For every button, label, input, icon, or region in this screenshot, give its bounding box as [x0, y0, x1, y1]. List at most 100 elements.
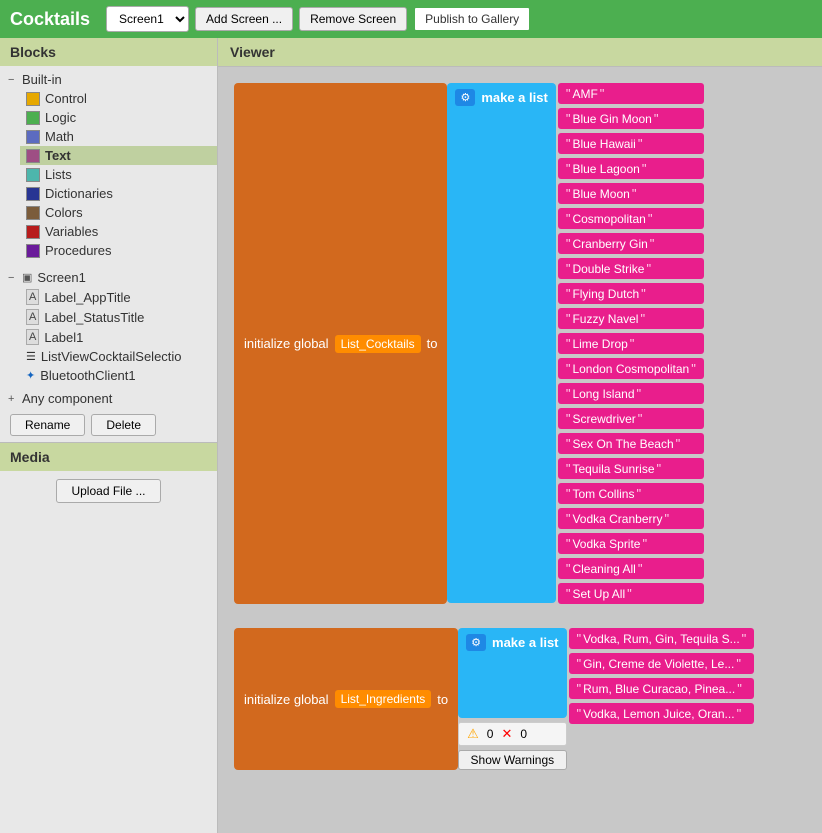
main-layout: Blocks − Built-in Control Logic Math [0, 38, 822, 833]
sidebar-item-label1[interactable]: A Label1 [20, 327, 217, 347]
publish-button[interactable]: Publish to Gallery [413, 6, 531, 32]
add-screen-button[interactable]: Add Screen ... [195, 7, 293, 31]
open-quote: " [566, 136, 571, 151]
list-item: "Fuzzy Navel" [558, 308, 704, 329]
list-item: "Tequila Sunrise" [558, 458, 704, 479]
builtin-section: − Built-in Control Logic Math T [0, 66, 217, 264]
close-quote: " [636, 486, 641, 501]
to-text-1: to [427, 336, 438, 351]
collapse-icon: − [8, 74, 22, 86]
item-text: Cosmopolitan [572, 212, 645, 226]
screen-select[interactable]: Screen1 [106, 6, 189, 32]
list-item: "Blue Gin Moon" [558, 108, 704, 129]
init-block-1[interactable]: initialize global List_Cocktails to [234, 83, 447, 604]
open-quote: " [566, 236, 571, 251]
open-quote: " [566, 161, 571, 176]
sidebar-item-label-apptitle[interactable]: A Label_AppTitle [20, 287, 217, 307]
list-item: "Set Up All" [558, 583, 704, 604]
item-text: Tom Collins [572, 487, 634, 501]
list-item: "Cleaning All" [558, 558, 704, 579]
upload-button[interactable]: Upload File ... [56, 479, 160, 503]
variables-label: Variables [45, 224, 211, 239]
open-quote: " [566, 186, 571, 201]
open-quote: " [566, 511, 571, 526]
listview-icon: ☰ [26, 350, 36, 363]
settings-gear-2[interactable]: ⚙ [466, 634, 486, 651]
sidebar-item-control[interactable]: Control [20, 89, 217, 108]
item-text: Vodka Cranberry [572, 512, 662, 526]
open-quote: " [577, 656, 582, 671]
app-title: Cocktails [10, 9, 90, 30]
builtin-toggle[interactable]: − Built-in [0, 70, 217, 89]
close-quote: " [691, 361, 696, 376]
sidebar-item-bluetooth[interactable]: ✦ BluetoothClient1 [20, 366, 217, 385]
any-component-item[interactable]: + Any component [0, 389, 217, 408]
open-quote: " [566, 586, 571, 601]
close-quote: " [742, 631, 747, 646]
sidebar-item-math[interactable]: Math [20, 127, 217, 146]
sidebar-item-label-statustitle[interactable]: A Label_StatusTitle [20, 307, 217, 327]
list-item: "Vodka Cranberry" [558, 508, 704, 529]
close-quote: " [650, 236, 655, 251]
warn-icon: ⚠ [467, 726, 479, 742]
lists-color [26, 168, 40, 182]
dictionaries-label: Dictionaries [45, 186, 211, 201]
math-label: Math [45, 129, 211, 144]
screen1-collapse-icon: − [8, 272, 22, 284]
list-item: "Blue Hawaii" [558, 133, 704, 154]
settings-gear-1[interactable]: ⚙ [455, 89, 475, 106]
text-color [26, 149, 40, 163]
sidebar-item-colors[interactable]: Colors [20, 203, 217, 222]
init-block-2[interactable]: initialize global List_Ingredients to [234, 628, 458, 770]
rename-button[interactable]: Rename [10, 414, 85, 436]
close-quote: " [638, 411, 643, 426]
label-icon-1: A [26, 289, 39, 305]
list-item: "Cosmopolitan" [558, 208, 704, 229]
item-text: Blue Lagoon [572, 162, 639, 176]
sidebar-item-dictionaries[interactable]: Dictionaries [20, 184, 217, 203]
close-quote: " [654, 111, 659, 126]
list-item: "Vodka Sprite" [558, 533, 704, 554]
list-item: "AMF" [558, 83, 704, 104]
any-component-label: Any component [22, 391, 209, 406]
item-text: AMF [572, 87, 597, 101]
close-quote: " [676, 436, 681, 451]
make-list-container-2: ⚙ make a list [458, 628, 566, 718]
screen1-section: − ▣ Screen1 A Label_AppTitle A Label_Sta… [0, 264, 217, 389]
block-group-2: initialize global List_Ingredients to ⚙ … [234, 628, 806, 770]
var-name-1[interactable]: List_Cocktails [335, 335, 421, 353]
make-list-block-1[interactable]: ⚙ make a list [447, 83, 555, 603]
top-bar: Cocktails Screen1 Add Screen ... Remove … [0, 0, 822, 38]
sidebar-item-text[interactable]: Text [20, 146, 217, 165]
media-section: Media Upload File ... [0, 442, 217, 511]
delete-button[interactable]: Delete [91, 414, 156, 436]
list-item: "Long Island" [558, 383, 704, 404]
open-quote: " [566, 311, 571, 326]
open-quote: " [577, 631, 582, 646]
close-quote: " [642, 161, 647, 176]
sidebar-item-variables[interactable]: Variables [20, 222, 217, 241]
var-name-2[interactable]: List_Ingredients [335, 690, 432, 708]
item-text: Fuzzy Navel [572, 312, 638, 326]
close-quote: " [737, 681, 742, 696]
item-text: Blue Gin Moon [572, 112, 651, 126]
builtin-children: Control Logic Math Text Lists [0, 89, 217, 260]
list-item: "Gin, Creme de Violette, Le..." [569, 653, 755, 674]
screen1-toggle[interactable]: − ▣ Screen1 [0, 268, 217, 287]
bluetooth-label: BluetoothClient1 [40, 368, 211, 383]
list-item: "Screwdriver" [558, 408, 704, 429]
make-list-label-1: make a list [481, 90, 548, 105]
sidebar-item-listview[interactable]: ☰ ListViewCocktailSelectio [20, 347, 217, 366]
remove-screen-button[interactable]: Remove Screen [299, 7, 407, 31]
item-text: Tequila Sunrise [572, 462, 654, 476]
init-text-2: initialize global [244, 692, 329, 707]
show-warnings-button[interactable]: Show Warnings [458, 750, 566, 770]
close-quote: " [642, 536, 647, 551]
sidebar-item-lists[interactable]: Lists [20, 165, 217, 184]
item-text: Cleaning All [572, 562, 635, 576]
make-list-block-2[interactable]: ⚙ make a list [458, 628, 566, 718]
sidebar-item-logic[interactable]: Logic [20, 108, 217, 127]
sidebar-item-procedures[interactable]: Procedures [20, 241, 217, 260]
viewer-content: initialize global List_Cocktails to ⚙ ma… [218, 67, 822, 810]
colors-label: Colors [45, 205, 211, 220]
